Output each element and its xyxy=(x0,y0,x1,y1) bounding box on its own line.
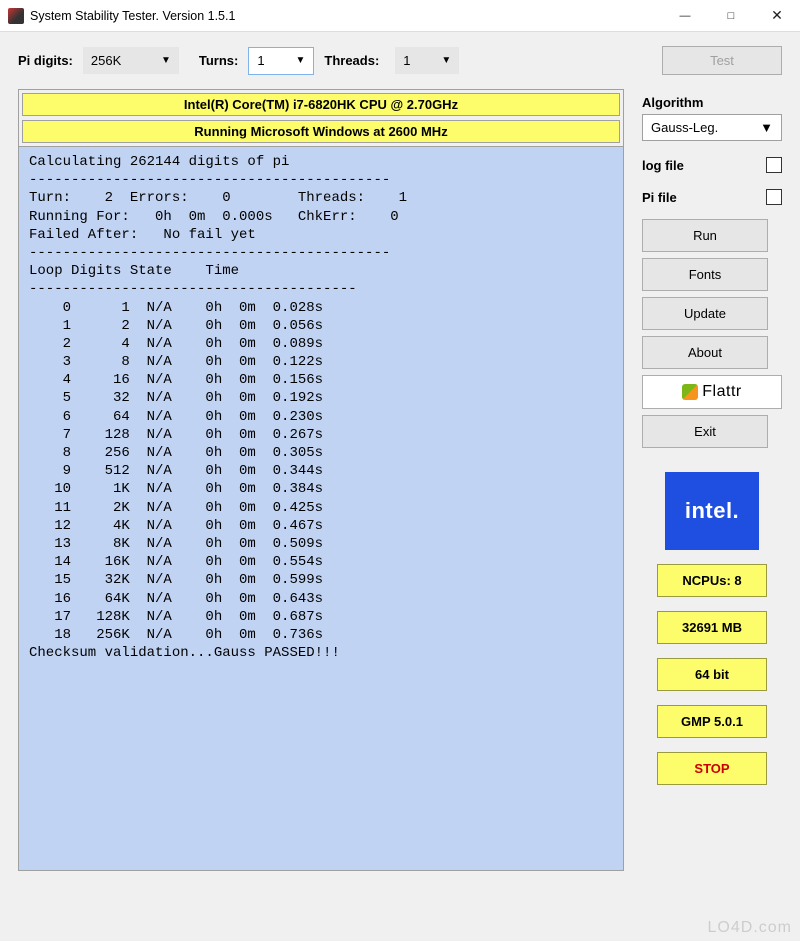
exit-button[interactable]: Exit xyxy=(642,415,768,448)
algorithm-label: Algorithm xyxy=(642,95,782,110)
about-button[interactable]: About xyxy=(642,336,768,369)
chevron-down-icon: ▼ xyxy=(161,55,171,66)
turns-label: Turns: xyxy=(199,53,238,68)
titlebar: System Stability Tester. Version 1.5.1 —… xyxy=(0,0,800,32)
arch-badge: 64 bit xyxy=(657,658,767,691)
stop-badge: STOP xyxy=(657,752,767,785)
minimize-button[interactable]: — xyxy=(662,0,708,31)
threads-label: Threads: xyxy=(324,53,379,68)
memory-badge: 32691 MB xyxy=(657,611,767,644)
algorithm-dropdown[interactable]: Gauss-Leg. ▼ xyxy=(642,114,782,141)
run-button[interactable]: Run xyxy=(642,219,768,252)
os-banner: Running Microsoft Windows at 2600 MHz xyxy=(22,120,620,143)
top-controls: Pi digits: 256K ▼ Turns: 1 ▼ Threads: 1 … xyxy=(18,46,782,75)
ncpus-badge: NCPUs: 8 xyxy=(657,564,767,597)
chevron-down-icon: ▼ xyxy=(295,55,305,66)
watermark: LO4D.com xyxy=(708,919,792,937)
window-title: System Stability Tester. Version 1.5.1 xyxy=(30,9,662,23)
logfile-label: log file xyxy=(642,158,684,173)
pi-digits-dropdown[interactable]: 256K ▼ xyxy=(83,47,179,74)
cpu-banner: Intel(R) Core(TM) i7-6820HK CPU @ 2.70GH… xyxy=(22,93,620,116)
pifile-label: Pi file xyxy=(642,190,677,205)
gmp-badge: GMP 5.0.1 xyxy=(657,705,767,738)
pi-digits-label: Pi digits: xyxy=(18,53,73,68)
chevron-down-icon: ▼ xyxy=(441,55,451,66)
threads-value: 1 xyxy=(403,53,410,68)
console-output: Calculating 262144 digits of pi --------… xyxy=(18,147,624,871)
update-button[interactable]: Update xyxy=(642,297,768,330)
turns-value: 1 xyxy=(257,53,264,68)
turns-dropdown[interactable]: 1 ▼ xyxy=(248,47,314,75)
intel-logo: intel. xyxy=(665,472,759,550)
fonts-button[interactable]: Fonts xyxy=(642,258,768,291)
pi-digits-value: 256K xyxy=(91,53,121,68)
chevron-down-icon: ▼ xyxy=(760,120,773,135)
flattr-icon xyxy=(682,384,698,400)
threads-dropdown[interactable]: 1 ▼ xyxy=(395,47,459,74)
algorithm-value: Gauss-Leg. xyxy=(651,120,718,135)
flattr-button[interactable]: Flattr xyxy=(642,375,782,409)
flattr-label: Flattr xyxy=(702,383,741,401)
maximize-button[interactable]: □ xyxy=(708,0,754,31)
app-icon xyxy=(8,8,24,24)
test-button[interactable]: Test xyxy=(662,46,782,75)
pifile-checkbox[interactable] xyxy=(766,189,782,205)
close-button[interactable]: ✕ xyxy=(754,0,800,31)
logfile-checkbox[interactable] xyxy=(766,157,782,173)
